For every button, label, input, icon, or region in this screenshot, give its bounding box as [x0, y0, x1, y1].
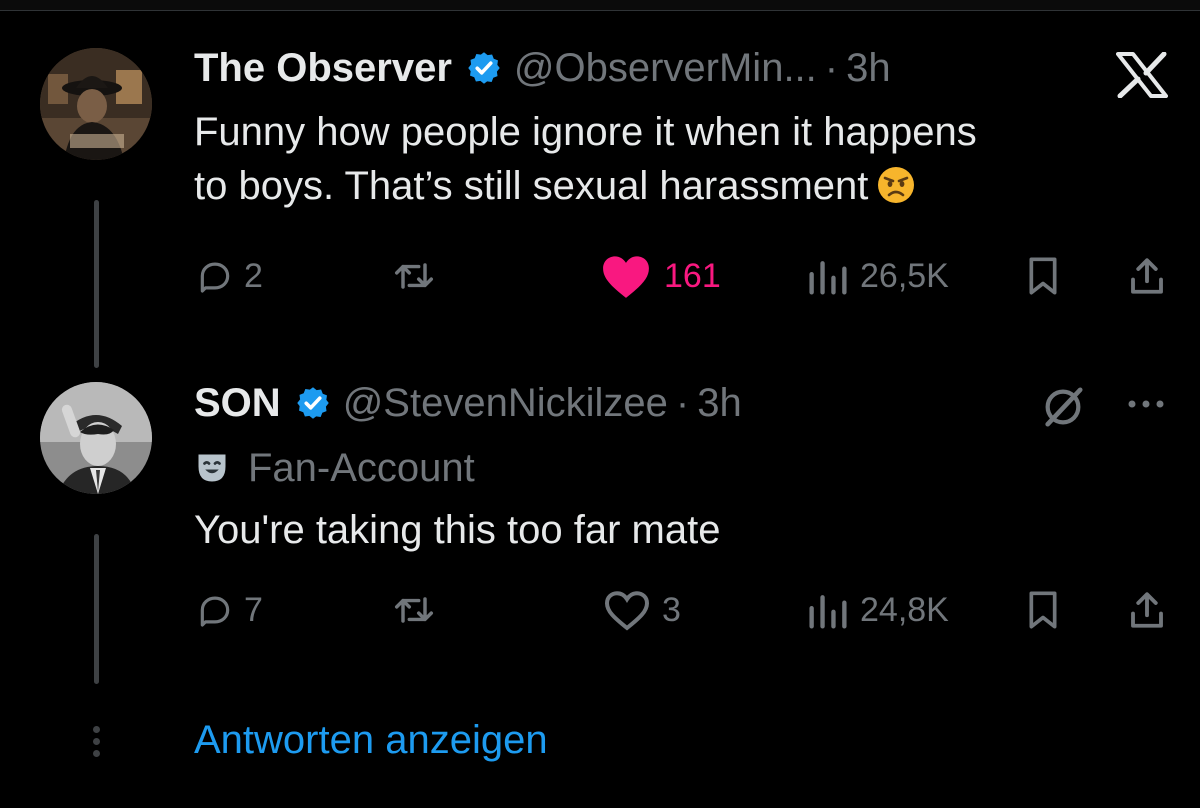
- share-button[interactable]: [1126, 250, 1168, 302]
- bookmark-icon: [1029, 591, 1057, 629]
- handle[interactable]: @ObserverMin...: [514, 46, 817, 91]
- views-button[interactable]: 26,5K: [806, 250, 949, 302]
- separator-dot: ·: [675, 380, 690, 425]
- reply-icon: [200, 596, 230, 627]
- tweet-text-line: Funny how people ignore it when it happe…: [194, 110, 977, 154]
- verified-badge-icon: [468, 52, 500, 84]
- reply-button[interactable]: 2: [196, 250, 263, 302]
- top-divider: [0, 0, 1200, 11]
- reply-count: 2: [244, 256, 263, 295]
- timestamp[interactable]: 3h: [846, 46, 891, 91]
- reply-icon: [200, 262, 230, 293]
- views-chart-icon: [809, 261, 847, 295]
- tweet-header: SON @StevenNickilzee · 3h: [194, 375, 742, 431]
- x-logo-icon[interactable]: [1116, 52, 1168, 98]
- thread-more-dots[interactable]: [89, 726, 103, 757]
- like-count: 3: [662, 590, 681, 629]
- reply-button[interactable]: 7: [196, 584, 263, 636]
- views-button[interactable]: 24,8K: [806, 584, 949, 636]
- tweet-text-line: to boys. That’s still sexual harassment: [194, 159, 977, 213]
- tweet-text: Funny how people ignore it when it happe…: [194, 105, 977, 213]
- tweet-text-line-content: to boys. That’s still sexual harassment: [194, 164, 869, 208]
- views-chart-icon: [809, 595, 847, 629]
- repost-button[interactable]: [392, 584, 436, 636]
- separator-dot: ·: [824, 45, 839, 90]
- like-count: 161: [664, 256, 721, 295]
- like-button[interactable]: 3: [602, 584, 681, 636]
- heart-filled-icon: [603, 256, 649, 298]
- tweet-actions: 7 3 24,8K: [0, 584, 1200, 636]
- account-label-text: Fan-Account: [248, 445, 475, 490]
- heart-outline-icon: [604, 591, 650, 631]
- share-icon: [1131, 258, 1163, 294]
- display-name[interactable]: The Observer: [194, 46, 452, 91]
- repost-icon: [394, 597, 434, 623]
- avatar[interactable]: [40, 382, 152, 494]
- timestamp[interactable]: 3h: [697, 381, 742, 426]
- tweet-text-line: You're taking this too far mate: [194, 508, 721, 552]
- grok-icon[interactable]: [1040, 384, 1086, 430]
- theater-mask-icon: [198, 454, 226, 482]
- view-count: 26,5K: [860, 256, 949, 295]
- tweet-actions: 2 161 26,5K: [0, 250, 1200, 302]
- share-button[interactable]: [1126, 584, 1168, 636]
- repost-button[interactable]: [392, 250, 436, 302]
- handle[interactable]: @StevenNickilzee: [343, 381, 668, 426]
- tweet-header: The Observer @ObserverMin... · 3h: [194, 40, 891, 96]
- bookmark-button[interactable]: [1026, 250, 1060, 302]
- reply-count: 7: [244, 590, 263, 629]
- display-name[interactable]: SON: [194, 381, 281, 426]
- account-label: Fan-Account: [194, 443, 475, 493]
- share-icon: [1131, 592, 1163, 628]
- repost-icon: [394, 263, 434, 289]
- bookmark-button[interactable]: [1026, 584, 1060, 636]
- tweet-text: You're taking this too far mate: [194, 503, 720, 557]
- avatar[interactable]: [40, 48, 152, 160]
- like-button[interactable]: 161: [598, 250, 721, 302]
- bookmark-icon: [1029, 257, 1057, 295]
- view-count: 24,8K: [860, 590, 949, 629]
- show-replies-link[interactable]: Antworten anzeigen: [194, 718, 548, 763]
- angry-face-emoji: [878, 167, 915, 203]
- more-options-icon[interactable]: [1124, 396, 1168, 412]
- verified-badge-icon: [296, 387, 329, 419]
